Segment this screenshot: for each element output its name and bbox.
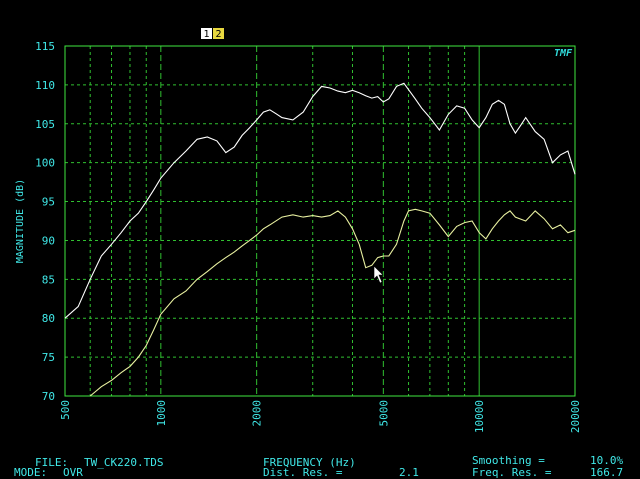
- mode-label: MODE:: [14, 466, 48, 479]
- frequency-response-chart: 70 75 80 85 90 95 100 105 110 115 500 1000 2000 5000 1…: [0, 0, 640, 478]
- x-tick-label: 10000: [473, 400, 486, 433]
- freq-res-label: Freq. Res. =: [472, 466, 552, 479]
- file-name: TW_CK220.TDS: [84, 456, 164, 469]
- freq-res-value: 166.7: [590, 466, 624, 479]
- channel-tab-label: 1: [203, 29, 209, 40]
- channel-tab-2[interactable]: 2: [213, 28, 224, 40]
- x-tick-label: 5000: [377, 400, 390, 427]
- y-tick-label: 100: [35, 157, 55, 170]
- channel-tab-1[interactable]: 1: [201, 28, 212, 40]
- mode-value: OVR: [63, 466, 83, 479]
- y-tick-label: 70: [42, 390, 55, 403]
- dist-res-label: Dist. Res. =: [263, 466, 343, 479]
- y-tick-label: 85: [42, 273, 55, 286]
- channel-tab-label: 2: [215, 29, 221, 40]
- y-tick-label: 80: [42, 312, 55, 325]
- y-tick-label: 95: [42, 196, 55, 209]
- x-tick-label: 2000: [251, 400, 264, 427]
- x-tick-label: 20000: [569, 400, 582, 433]
- y-tick-label: 110: [35, 79, 55, 92]
- x-tick-label: 1000: [155, 400, 168, 427]
- dist-res-value: 2.1: [399, 466, 419, 479]
- y-tick-label: 90: [42, 234, 55, 247]
- y-tick-label: 75: [42, 351, 55, 364]
- tmf-logo: TMF: [554, 48, 573, 59]
- chart-background: [0, 0, 640, 478]
- y-axis-label: MAGNITUDE (dB): [15, 179, 26, 263]
- y-tick-label: 115: [35, 40, 55, 53]
- smoothing-label: Smoothing =: [472, 454, 545, 467]
- smoothing-value: 10.0%: [590, 454, 624, 467]
- y-tick-label: 105: [35, 118, 55, 131]
- x-tick-label: 500: [59, 400, 72, 420]
